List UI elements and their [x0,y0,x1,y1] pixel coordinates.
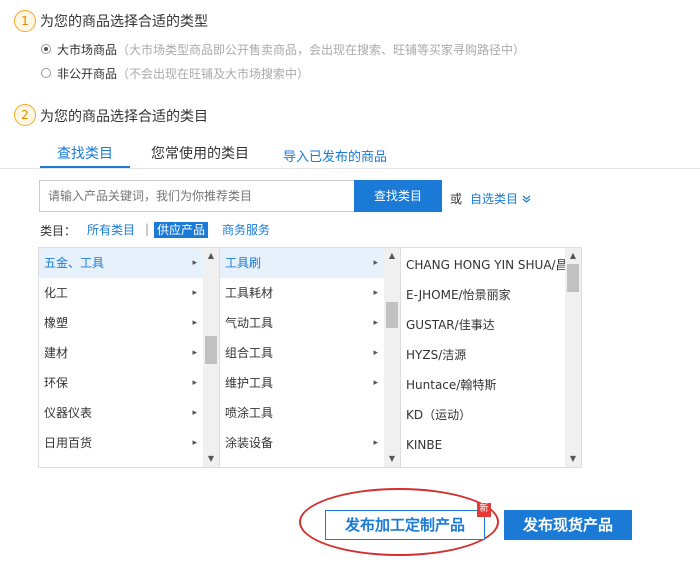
tab-find-category[interactable]: 查找类目 [57,143,113,163]
category-search-input[interactable] [39,180,355,212]
import-published-link[interactable]: 导入已发布的商品 [283,146,387,165]
chevron-down-icon [522,192,531,206]
scroll-down-icon[interactable]: ▼ [384,453,400,465]
step-2-title: 为您的商品选择合适的类目 [40,109,208,125]
tab-frequent-category[interactable]: 您常使用的类目 [151,143,249,163]
category-column-2: 工具刷 ▸ 工具耗材 ▸ 气动工具 ▸ 组合工具 ▸ 维护工具 ▸ 喷涂工具 涂装设备 ▸ … [219,247,401,468]
brand-item[interactable]: GUSTAR/佳事达 [401,310,565,340]
scroll-thumb[interactable] [567,264,579,292]
category-item[interactable]: 维护工具 ▸ [220,368,384,398]
radio-public-label[interactable]: 大市场商品（大市场类型商品即公开售卖商品，会出现在搜索、旺铺等买家寻购路径中） [57,41,525,58]
step-2-badge: 2 [14,104,36,126]
custom-category-link[interactable]: 自选类目 [470,190,531,207]
scroll-up-icon[interactable]: ▲ [384,250,400,262]
step-1-badge: 1 [14,10,36,32]
category-item[interactable]: 五金、工具 ▸ [39,248,203,278]
radio-public-product[interactable] [41,44,51,54]
scroll-thumb[interactable] [205,336,217,364]
category-item[interactable]: 环保 ▸ [39,368,203,398]
brand-column-scrollbar[interactable]: ▲ ▼ [565,248,581,467]
publish-spot-product-button[interactable]: 发布现货产品 [504,510,632,540]
filter-separator: | [145,222,150,236]
filter-supply-products[interactable]: 供应产品 [154,222,209,238]
category-item[interactable]: 仪器仪表 ▸ [39,398,203,428]
category-item[interactable]: 橡塑 ▸ [39,308,203,338]
category-item[interactable]: 工具刷 ▸ [220,248,384,278]
new-badge: 新 [477,503,491,517]
scroll-down-icon[interactable]: ▼ [565,453,581,465]
brand-item[interactable]: E-JHOME/怡景丽家 [401,280,565,310]
category-item[interactable]: … [39,458,203,467]
scroll-down-icon[interactable]: ▼ [203,453,219,465]
find-category-button[interactable]: 查找类目 [354,180,442,212]
filter-business-services[interactable]: 商务服务 [219,222,273,238]
category-item[interactable]: 喷涂工具 [220,398,384,428]
category-item[interactable]: 组合工具 ▸ [220,338,384,368]
category-item[interactable]: 化工 ▸ [39,278,203,308]
category-item[interactable]: 建材 ▸ [39,338,203,368]
category-item[interactable]: 涂装设备 ▸ [220,428,384,458]
radio-private-product[interactable] [41,68,51,78]
scroll-thumb[interactable] [386,302,398,328]
brand-column: CHANG HONG YIN SHUA/昌弘 E-JHOME/怡景丽家 GUST… [400,247,582,468]
category-item[interactable]: 气动工具 ▸ [220,308,384,338]
category-item[interactable]: 日用百货 ▸ [39,428,203,458]
category-item[interactable]: 工具耗材 ▸ [220,278,384,308]
brand-item[interactable]: CHANG HONG YIN SHUA/昌弘 [401,250,565,280]
brand-item[interactable]: KINBE [401,430,565,460]
scroll-up-icon[interactable]: ▲ [203,250,219,262]
category-filter-label: 类目： [40,224,77,238]
category-item[interactable]: … [220,458,384,467]
scroll-up-icon[interactable]: ▲ [565,250,581,262]
step-1-title: 为您的商品选择合适的类型 [40,14,208,30]
or-text: 或 [450,192,463,206]
brand-item[interactable]: KD（运动） [401,400,565,430]
brand-item[interactable]: HYZS/洁源 [401,340,565,370]
column-2-scrollbar[interactable]: ▲ ▼ [384,248,400,467]
category-column-1: 五金、工具▸ 化工▸ 橡塑▸ 建材▸ 环保▸ 仪器仪表▸ 日用百货▸ … ▲ ▼ [38,247,220,468]
publish-custom-product-button[interactable]: 发布加工定制产品 [325,510,485,540]
tabs-divider [0,168,700,169]
filter-all-categories[interactable]: 所有类目 [84,222,138,238]
column-1-scrollbar[interactable]: ▲ ▼ [203,248,219,467]
radio-private-label[interactable]: 非公开商品（不会出现在旺铺及大市场搜索中） [57,65,309,82]
brand-item[interactable]: Huntace/翰特斯 [401,370,565,400]
